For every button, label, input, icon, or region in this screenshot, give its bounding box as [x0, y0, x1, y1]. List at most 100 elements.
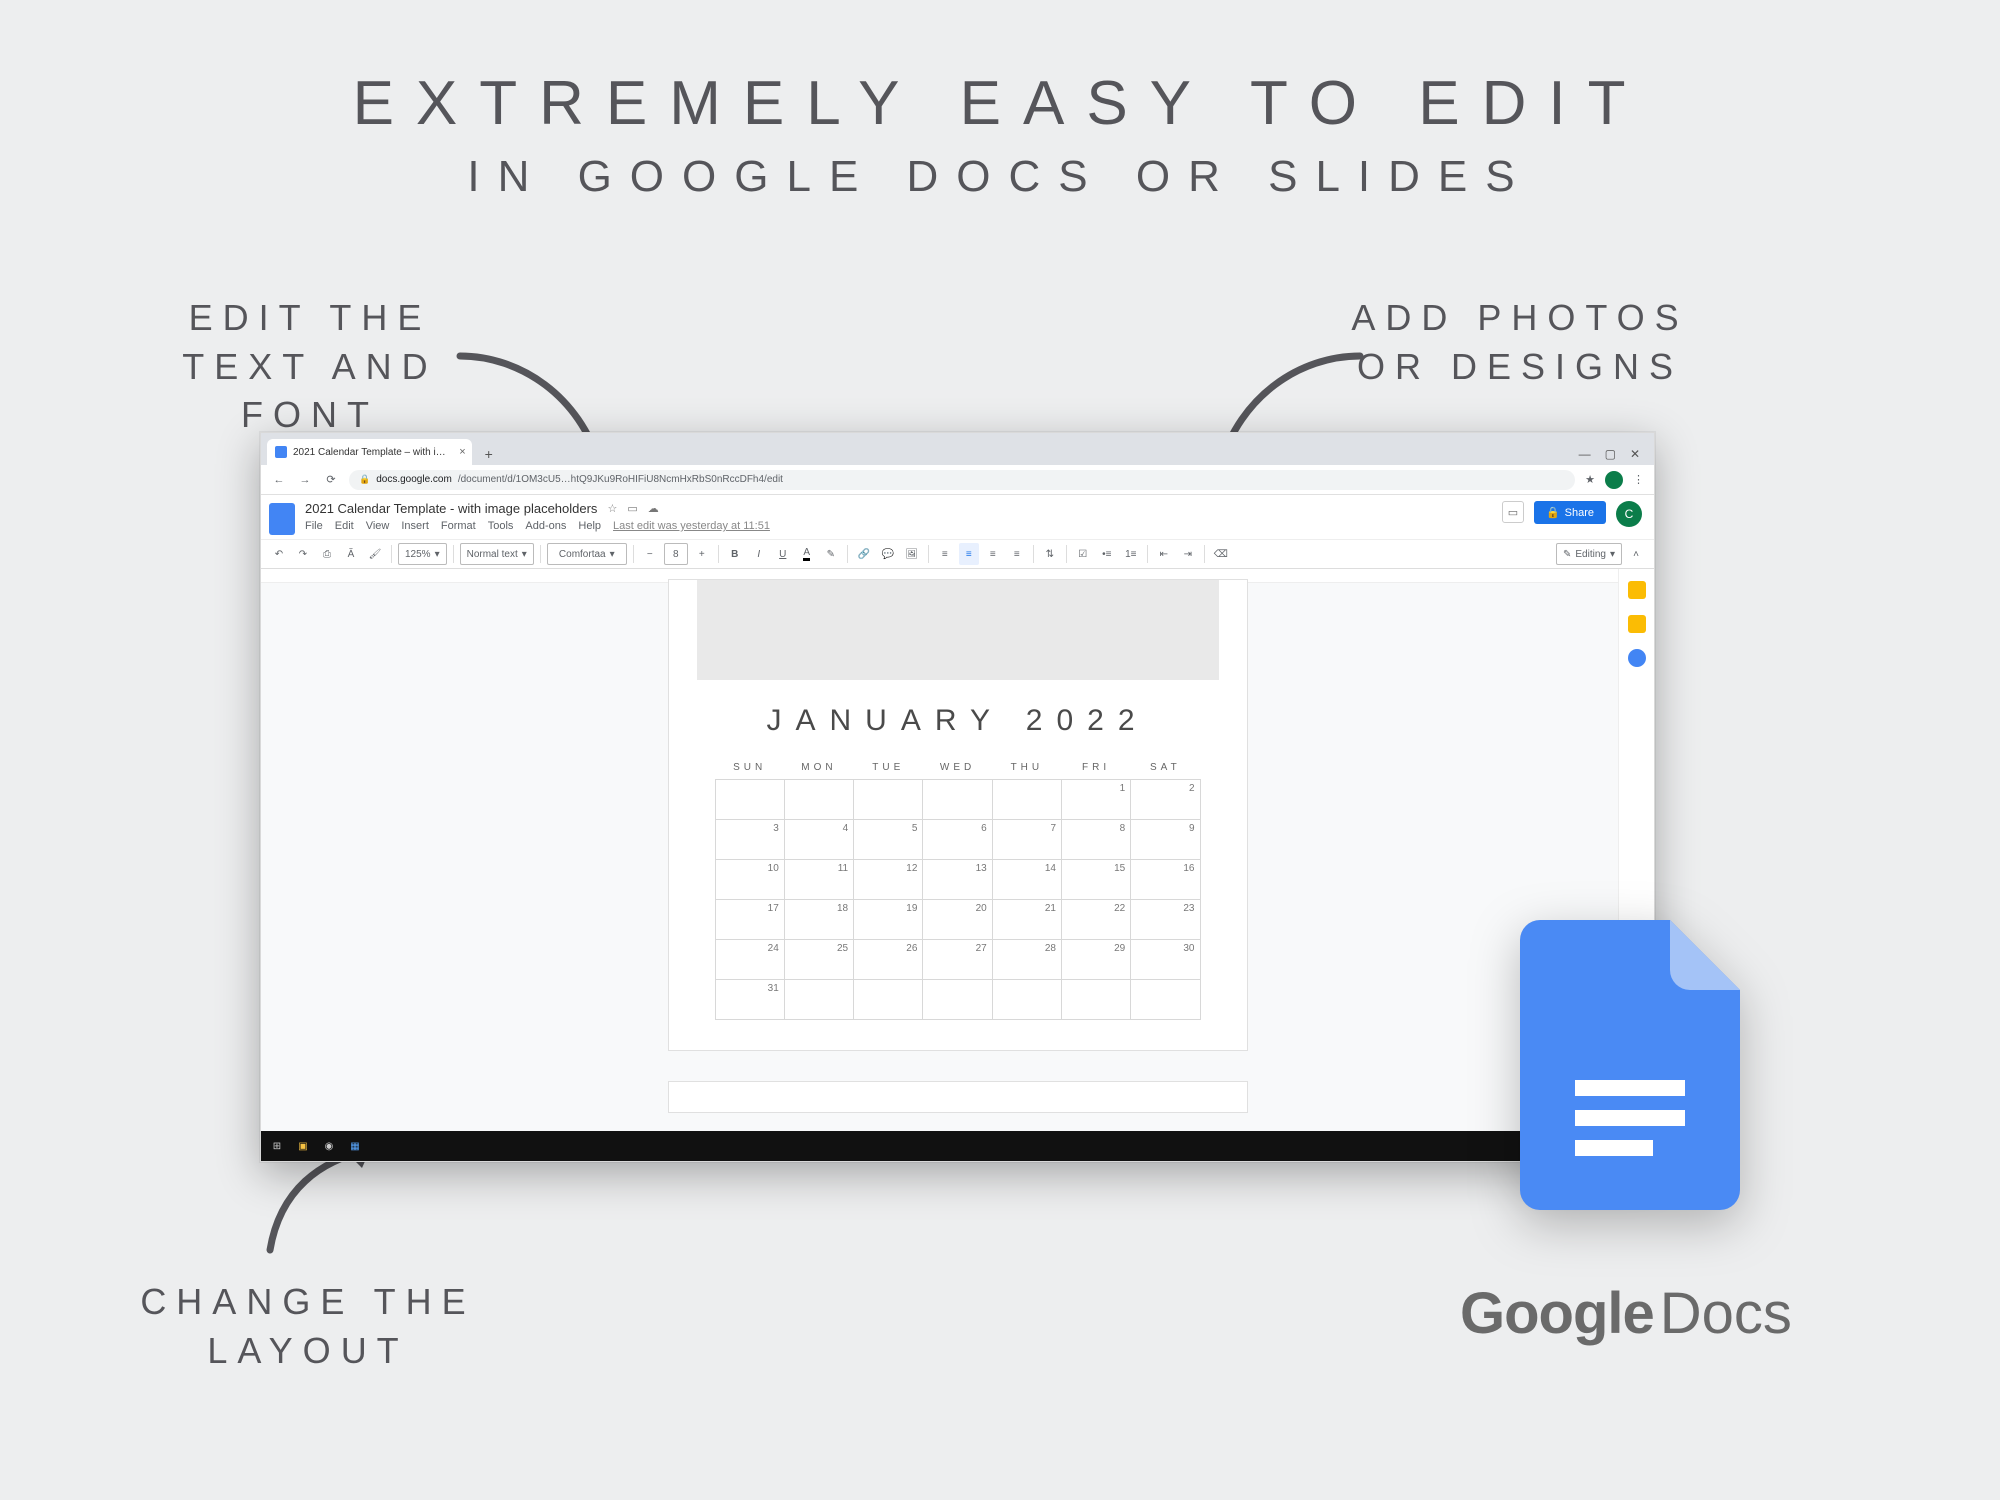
calendar-cell[interactable]: 13	[923, 860, 992, 900]
insert-link-icon[interactable]: 🔗	[854, 543, 874, 565]
comments-icon[interactable]: ▭	[1502, 501, 1524, 523]
menu-view[interactable]: View	[366, 520, 390, 532]
calendar-cell[interactable]	[992, 780, 1061, 820]
calendar-cell[interactable]: 31	[715, 980, 784, 1020]
window-close-icon[interactable]: ✕	[1630, 447, 1640, 461]
calendar-cell[interactable]: 18	[784, 900, 853, 940]
clear-format-icon[interactable]: ⌫	[1211, 543, 1231, 565]
tab-close-icon[interactable]: ×	[459, 446, 465, 458]
url-input[interactable]: 🔒 docs.google.com /document/d/1OM3cU5…ht…	[349, 470, 1575, 490]
nav-back-icon[interactable]: ←	[271, 474, 287, 486]
bold-button[interactable]: B	[725, 543, 745, 565]
window-maximize-icon[interactable]: ▢	[1605, 447, 1616, 461]
document-page-next[interactable]	[668, 1081, 1248, 1113]
calendar-cell[interactable]: 28	[992, 940, 1061, 980]
calendar-cell[interactable]	[784, 780, 853, 820]
document-page[interactable]: JANUARY 2022 SUN MON TUE WED THU FRI SAT…	[668, 579, 1248, 1051]
calendar-cell[interactable]	[1062, 980, 1131, 1020]
calendar-cell[interactable]: 21	[992, 900, 1061, 940]
calendar-cell[interactable]: 20	[923, 900, 992, 940]
start-icon[interactable]: ⊞	[269, 1138, 285, 1154]
keep-addon-icon[interactable]	[1628, 615, 1646, 633]
paint-format-icon[interactable]: 🖌	[365, 543, 385, 565]
calendar-cell[interactable]	[992, 980, 1061, 1020]
font-size-input[interactable]: 8	[664, 543, 688, 565]
italic-button[interactable]: I	[749, 543, 769, 565]
add-comment-icon[interactable]: 💬	[878, 543, 898, 565]
calendar-cell[interactable]: 30	[1131, 940, 1200, 980]
calendar-cell[interactable]: 17	[715, 900, 784, 940]
calendar-cell[interactable]	[715, 780, 784, 820]
move-folder-icon[interactable]: ▭	[627, 502, 637, 515]
calendar-table[interactable]: SUN MON TUE WED THU FRI SAT 123456789101…	[715, 756, 1201, 1020]
numbered-list-icon[interactable]: 1≡	[1121, 543, 1141, 565]
menu-addons[interactable]: Add-ons	[525, 520, 566, 532]
calendar-cell[interactable]: 27	[923, 940, 992, 980]
calendar-cell[interactable]	[923, 780, 992, 820]
taskbar-chrome-icon[interactable]: ◉	[321, 1138, 337, 1154]
calendar-cell[interactable]: 24	[715, 940, 784, 980]
window-minimize-icon[interactable]: —	[1579, 447, 1591, 461]
share-button[interactable]: 🔒 Share	[1534, 501, 1606, 524]
nav-forward-icon[interactable]: →	[297, 474, 313, 486]
calendar-cell[interactable]: 4	[784, 820, 853, 860]
calendar-cell[interactable]	[854, 980, 923, 1020]
calendar-cell[interactable]: 29	[1062, 940, 1131, 980]
calendar-cell[interactable]: 9	[1131, 820, 1200, 860]
menu-format[interactable]: Format	[441, 520, 476, 532]
insert-image-icon[interactable]: 🖼	[902, 543, 922, 565]
underline-button[interactable]: U	[773, 543, 793, 565]
calendar-cell[interactable]	[1131, 980, 1200, 1020]
calendar-cell[interactable]: 22	[1062, 900, 1131, 940]
calendar-cell[interactable]: 8	[1062, 820, 1131, 860]
tasks-addon-icon[interactable]	[1628, 649, 1646, 667]
menu-tools[interactable]: Tools	[488, 520, 514, 532]
calendar-cell[interactable]: 7	[992, 820, 1061, 860]
calendar-cell[interactable]: 19	[854, 900, 923, 940]
calendar-cell[interactable]: 11	[784, 860, 853, 900]
align-justify-icon[interactable]: ≡	[1007, 543, 1027, 565]
bulleted-list-icon[interactable]: •≡	[1097, 543, 1117, 565]
zoom-select[interactable]: 125%▾	[398, 543, 447, 565]
align-center-icon[interactable]: ≡	[959, 543, 979, 565]
style-select[interactable]: Normal text▾	[460, 543, 534, 565]
calendar-cell[interactable]	[854, 780, 923, 820]
calendar-cell[interactable]: 1	[1062, 780, 1131, 820]
calendar-cell[interactable]: 25	[784, 940, 853, 980]
nav-reload-icon[interactable]: ⟳	[323, 473, 339, 486]
calendar-cell[interactable]: 23	[1131, 900, 1200, 940]
calendar-cell[interactable]: 6	[923, 820, 992, 860]
calendar-cell[interactable]	[923, 980, 992, 1020]
toolbar-chevron-icon[interactable]: ˄	[1626, 543, 1646, 565]
print-icon[interactable]: ⎙	[317, 543, 337, 565]
calendar-cell[interactable]: 14	[992, 860, 1061, 900]
calendar-cell[interactable]: 2	[1131, 780, 1200, 820]
spellcheck-icon[interactable]: Ă	[341, 543, 361, 565]
editing-mode-select[interactable]: ✎Editing▾	[1556, 543, 1622, 565]
calendar-cell[interactable]: 3	[715, 820, 784, 860]
highlight-button[interactable]: ✎	[821, 543, 841, 565]
align-right-icon[interactable]: ≡	[983, 543, 1003, 565]
calendar-addon-icon[interactable]	[1628, 581, 1646, 599]
calendar-cell[interactable]	[784, 980, 853, 1020]
docs-app-icon[interactable]	[269, 503, 295, 535]
calendar-month-title[interactable]: JANUARY 2022	[669, 704, 1247, 738]
last-edit-link[interactable]: Last edit was yesterday at 11:51	[613, 520, 770, 532]
calendar-cell[interactable]: 5	[854, 820, 923, 860]
new-tab-button[interactable]: +	[478, 443, 500, 465]
document-title[interactable]: 2021 Calendar Template - with image plac…	[305, 501, 597, 516]
calendar-cell[interactable]: 10	[715, 860, 784, 900]
menu-insert[interactable]: Insert	[401, 520, 429, 532]
browser-menu-icon[interactable]: ⋮	[1633, 473, 1644, 486]
star-icon[interactable]: ☆	[607, 502, 617, 515]
extension-icon[interactable]: ★	[1585, 473, 1595, 486]
align-left-icon[interactable]: ≡	[935, 543, 955, 565]
calendar-cell[interactable]: 12	[854, 860, 923, 900]
document-canvas[interactable]: JANUARY 2022 SUN MON TUE WED THU FRI SAT…	[261, 569, 1654, 1161]
checklist-icon[interactable]: ☑	[1073, 543, 1093, 565]
calendar-cell[interactable]: 26	[854, 940, 923, 980]
taskview-icon[interactable]: ▣	[295, 1138, 311, 1154]
font-select[interactable]: Comfortaa▾	[547, 543, 627, 565]
taskbar-app-icon[interactable]: ▦	[347, 1138, 363, 1154]
image-placeholder[interactable]	[697, 580, 1219, 680]
